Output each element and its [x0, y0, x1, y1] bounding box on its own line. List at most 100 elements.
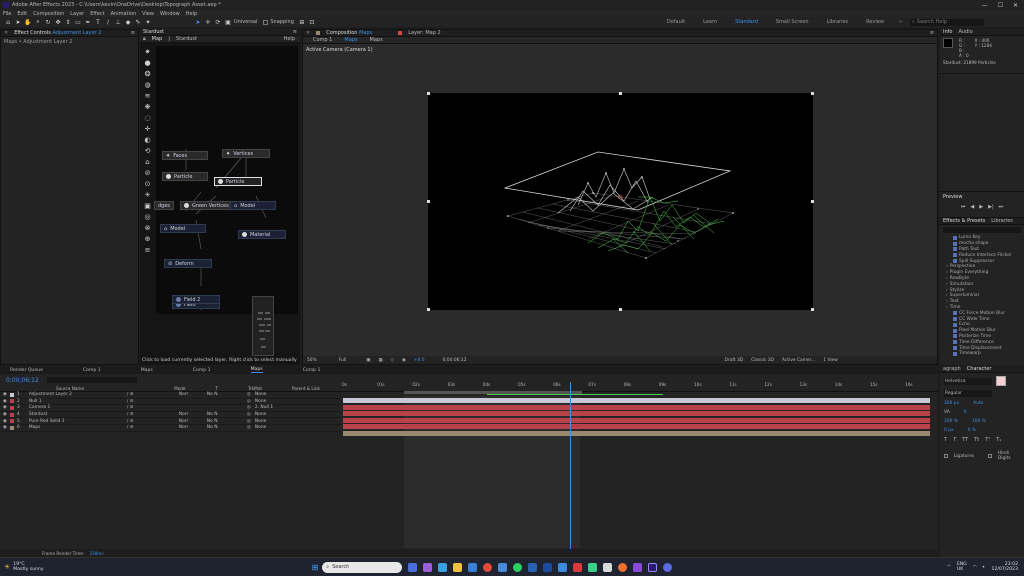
viewer-handle-tr[interactable]: [811, 92, 814, 95]
move-tool-icon[interactable]: ➤: [194, 18, 202, 26]
workspace-default[interactable]: Default: [667, 19, 685, 25]
universal-label[interactable]: Universal: [234, 19, 257, 25]
switches-icon[interactable]: ∕ ⊘: [127, 392, 179, 397]
taskbar-app-3[interactable]: [438, 562, 448, 572]
wifi-icon[interactable]: ◠: [973, 565, 977, 570]
label-color[interactable]: [9, 412, 14, 417]
firefox-icon[interactable]: [618, 562, 628, 572]
prev-frame-icon[interactable]: ◀: [970, 204, 974, 210]
particle-icon[interactable]: ●: [143, 59, 152, 68]
resolution-dropdown[interactable]: Full: [339, 358, 347, 363]
viewer-handle-tl[interactable]: [427, 92, 430, 95]
file-explorer-icon[interactable]: [453, 562, 463, 572]
after-effects-icon[interactable]: [648, 562, 658, 572]
timeline-timecode[interactable]: 0;00;06;12: [6, 377, 39, 384]
pan-tool-icon[interactable]: ✥: [54, 18, 62, 26]
layer-bar[interactable]: [343, 431, 930, 436]
pickwhip-icon[interactable]: ◎: [247, 392, 255, 397]
visibility-eye-icon[interactable]: ◉: [3, 412, 7, 417]
composition-viewer[interactable]: [427, 92, 814, 311]
effect-controls-tab[interactable]: Effect Controls Adjustment Layer 2: [14, 30, 101, 36]
wave-icon[interactable]: ≋: [143, 92, 152, 101]
node-vertices[interactable]: ✷ Vertices: [222, 149, 270, 158]
menu-layer[interactable]: Layer: [70, 11, 84, 17]
rect-tool-icon[interactable]: ▭: [74, 18, 82, 26]
taskbar-app-10[interactable]: [543, 562, 553, 572]
layer-row[interactable]: ◉ 4 Stardust ∕ ⊘ Norr No N ◎ None: [0, 412, 340, 419]
region[interactable]: UK: [957, 567, 967, 572]
menu-edit[interactable]: Edit: [17, 11, 27, 17]
small-caps-icon[interactable]: Tt: [974, 437, 979, 443]
next-frame-icon[interactable]: ▶|: [988, 204, 994, 210]
pickwhip-icon[interactable]: ◎: [247, 405, 255, 410]
menu-window[interactable]: Window: [160, 11, 180, 17]
layer-search-field[interactable]: [46, 377, 137, 383]
layer-bar[interactable]: [343, 417, 930, 423]
tab-comp1-b[interactable]: Comp 1: [193, 368, 211, 373]
hindi-digits-checkbox[interactable]: [988, 454, 992, 458]
snap-mode-icon[interactable]: ⊞: [298, 18, 306, 26]
tracking[interactable]: 0: [964, 410, 967, 415]
snapshot-icon[interactable]: ◉: [402, 358, 406, 363]
camera-icon[interactable]: ▣: [143, 202, 152, 211]
tray-chevron-icon[interactable]: ^: [947, 565, 951, 570]
pen-tool-icon[interactable]: ✒: [84, 18, 92, 26]
layer-row[interactable]: ◉ 2 Null 1 ∕ ⊘ ◎ None: [0, 399, 340, 406]
views-dropdown[interactable]: 1 View: [823, 358, 838, 363]
hand-tool-icon[interactable]: ✋: [24, 18, 32, 26]
layer-row[interactable]: ◉ 6 Maps ∕ ⊘ Norr No N ◎ None: [0, 425, 340, 432]
visibility-eye-icon[interactable]: ◉: [3, 392, 7, 397]
node-edges[interactable]: dges: [154, 201, 174, 210]
node-particle-1[interactable]: Particle: [162, 172, 208, 181]
group-icon[interactable]: ⊕: [143, 235, 152, 244]
play-icon[interactable]: ▶: [979, 204, 983, 210]
zoom-dropdown[interactable]: 50%: [307, 358, 317, 363]
panel-menu-icon[interactable]: ≡: [930, 30, 934, 36]
panel-close-icon[interactable]: ✕: [306, 30, 310, 36]
pickwhip-icon[interactable]: ◎: [247, 425, 255, 430]
stardust-tab-map[interactable]: Map: [152, 36, 163, 42]
workspace-learn[interactable]: Learn: [703, 19, 717, 25]
rotate-tool-icon[interactable]: ⟳: [214, 18, 222, 26]
label-color[interactable]: [9, 419, 14, 424]
snapping-checkbox[interactable]: [263, 19, 269, 25]
first-frame-icon[interactable]: ⏮: [961, 204, 966, 210]
taskbar-app-7[interactable]: [498, 562, 508, 572]
visibility-eye-icon[interactable]: ◉: [3, 399, 7, 404]
trail-icon[interactable]: ◍: [143, 81, 152, 90]
libraries-tab[interactable]: Libraries: [991, 218, 1013, 224]
tab-maps-active[interactable]: Maps: [250, 367, 263, 373]
comp-subtab-maps[interactable]: Maps: [370, 37, 383, 43]
taskbar-app-5[interactable]: [468, 562, 478, 572]
node-deform[interactable]: ⊘ Deform: [164, 259, 212, 268]
viewer-handle-br[interactable]: [811, 308, 814, 311]
time-ruler[interactable]: 0s 01s 02s 03s 04s 05s 06s 07s 08s 09s 10s 11s 12s 13…: [342, 382, 932, 390]
switches-icon[interactable]: ∕ ⊘: [127, 399, 179, 404]
layer-bar[interactable]: [343, 404, 930, 410]
viewer-handle-bc[interactable]: [619, 308, 622, 311]
taskbar-search[interactable]: ⌕ Search: [322, 561, 403, 573]
zoom-tool-icon[interactable]: ⌕: [34, 18, 42, 26]
node-material[interactable]: Material: [238, 230, 286, 239]
viewer-handle-mr[interactable]: [811, 200, 814, 203]
font-style-dropdown[interactable]: Regular: [944, 390, 992, 397]
menu-help[interactable]: Help: [186, 11, 197, 17]
spotify-icon[interactable]: [513, 562, 523, 572]
taskbar-app-9[interactable]: [528, 562, 538, 572]
taskbar-app-2[interactable]: [423, 562, 433, 572]
composition-tab[interactable]: Composition Maps: [326, 30, 372, 36]
subscript-icon[interactable]: T₁: [996, 437, 1001, 443]
comp-subtab-comp1[interactable]: Comp 1: [313, 37, 332, 43]
pickwhip-icon[interactable]: ◎: [247, 399, 255, 404]
switches-icon[interactable]: ∕ ⊘: [127, 405, 179, 410]
emitter-icon[interactable]: ✷: [143, 48, 152, 57]
lock-icon[interactable]: 🔒︎: [143, 36, 146, 42]
start-icon[interactable]: ⊞: [312, 563, 319, 572]
effects-presets-tab[interactable]: Effects & Presets: [943, 218, 985, 224]
ligatures-checkbox[interactable]: [944, 454, 948, 458]
tab-maps-a[interactable]: Maps: [141, 368, 153, 373]
model-icon[interactable]: ⌂: [143, 158, 152, 167]
node-field-2[interactable]: Field 2: [172, 295, 220, 304]
font-dropdown[interactable]: Helvetica: [944, 377, 992, 385]
path-icon[interactable]: ◌: [143, 114, 152, 123]
